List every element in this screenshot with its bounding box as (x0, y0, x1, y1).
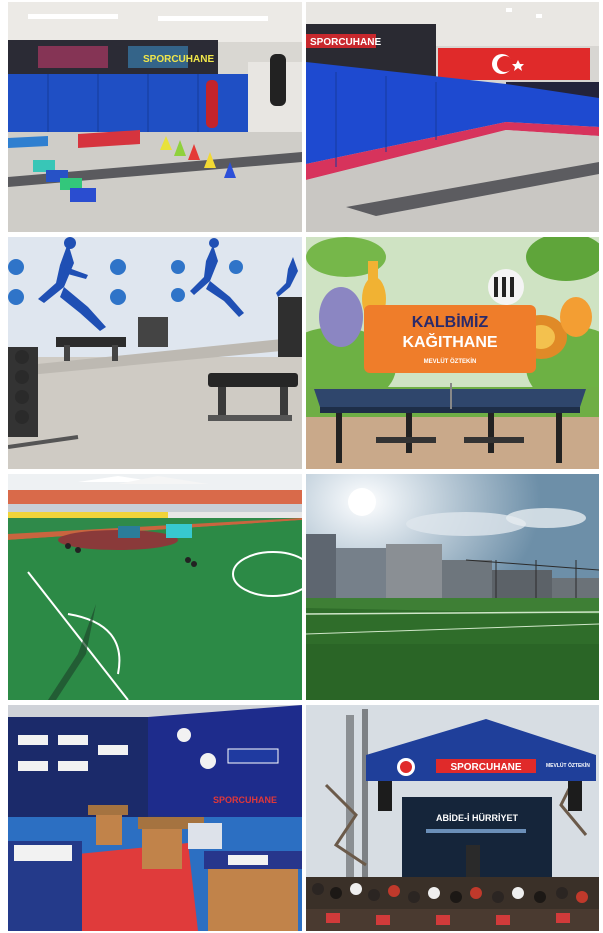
sign-subtitle: MEVLÜT ÖZTEKİN (424, 358, 477, 365)
gallery-photo-stadium-event[interactable] (8, 474, 302, 700)
stage-side-text: MEVLÜT ÖZTEKİN (546, 762, 590, 769)
hall-banner-text: SPORCUHANE (310, 37, 381, 48)
training-hall-image: SPORCUHANE (306, 2, 599, 232)
classroom-wall-text: SPORCUHANE (213, 795, 277, 805)
gallery-photo-table-tennis[interactable]: KALBİMİZ KAĞITHANE MEVLÜT ÖZTEKİN (306, 237, 599, 469)
stage-event-image: SPORCUHANE MEVLÜT ÖZTEKİN ABİDE-İ HÜRRİY… (306, 705, 599, 931)
gallery-photo-chess-classroom[interactable]: SPORCUHANE (8, 705, 302, 931)
gallery-photo-stage-event[interactable]: SPORCUHANE MEVLÜT ÖZTEKİN ABİDE-İ HÜRRİY… (306, 705, 599, 931)
chess-classroom-image: SPORCUHANE (8, 705, 302, 931)
stage-brand-text: SPORCUHANE (450, 762, 521, 773)
gallery-photo-football-pitch[interactable] (306, 474, 599, 700)
stadium-event-image (8, 474, 302, 700)
gallery-photo-training-hall[interactable]: SPORCUHANE (306, 2, 599, 232)
gallery-photo-fitness-room[interactable] (8, 237, 302, 469)
indoor-gym-image: SPORCUHANE (8, 2, 302, 232)
football-pitch-image (306, 474, 599, 700)
gym-banner-text: SPORCUHANE (143, 54, 214, 65)
sign-title-line1: KALBİMİZ (412, 313, 489, 331)
table-tennis-image: KALBİMİZ KAĞITHANE MEVLÜT ÖZTEKİN (306, 237, 599, 469)
photo-gallery: SPORCUHANE SPORCUHANE KALBİMİZ KAĞITHANE… (0, 0, 603, 933)
gallery-photo-indoor-gym[interactable]: SPORCUHANE (8, 2, 302, 232)
fitness-room-image (8, 237, 302, 469)
stage-screen-title: ABİDE-İ HÜRRİYET (436, 813, 519, 823)
sign-title-line2: KAĞITHANE (402, 332, 497, 351)
